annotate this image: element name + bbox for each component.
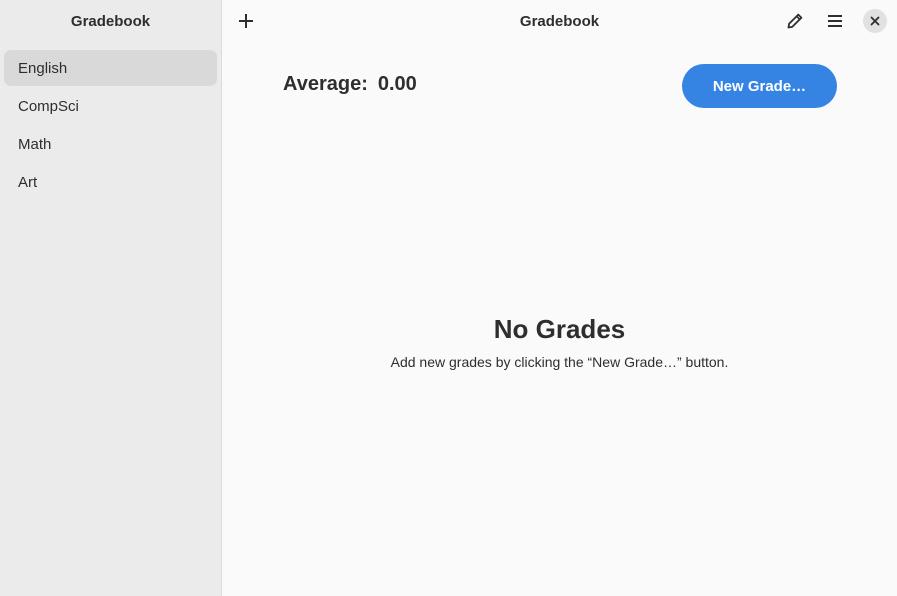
sidebar-title: Gradebook xyxy=(70,12,151,30)
plus-icon xyxy=(239,14,253,28)
pencil-icon xyxy=(787,13,803,29)
edit-button[interactable] xyxy=(780,7,810,35)
average-display: Average: 0.00 xyxy=(283,73,417,96)
sidebar-item-label: Math xyxy=(18,135,52,153)
subject-list: English CompSci Math Art xyxy=(0,42,221,200)
empty-state-title: No Grades xyxy=(493,314,626,344)
sidebar-item-label: English xyxy=(18,59,68,77)
sidebar-item-art[interactable]: Art xyxy=(4,164,217,200)
hamburger-menu-icon xyxy=(828,15,842,27)
header-bar: Gradebook xyxy=(222,0,897,42)
main-content: Gradebook Average: 0.00 New Grade… No Gr… xyxy=(222,0,897,596)
sidebar-item-label: Art xyxy=(18,173,38,191)
close-window-button[interactable] xyxy=(863,9,887,33)
empty-state-description: Add new grades by clicking the “New Grad… xyxy=(390,354,729,370)
main-menu-button[interactable] xyxy=(820,7,850,35)
average-label: Average: xyxy=(283,73,368,95)
sidebar-item-english[interactable]: English xyxy=(4,50,217,86)
sidebar-item-math[interactable]: Math xyxy=(4,126,217,162)
sidebar-item-compsci[interactable]: CompSci xyxy=(4,88,217,124)
new-grade-button[interactable]: New Grade… xyxy=(682,64,837,108)
close-icon xyxy=(870,16,880,26)
sidebar: Gradebook English CompSci Math Art xyxy=(0,0,222,596)
sidebar-item-label: CompSci xyxy=(18,97,79,115)
app-window: Gradebook English CompSci Math Art Grade… xyxy=(0,0,897,596)
empty-state: No Grades Add new grades by clicking the… xyxy=(222,311,897,370)
add-subject-button[interactable] xyxy=(231,7,261,35)
average-value: 0.00 xyxy=(377,73,417,95)
